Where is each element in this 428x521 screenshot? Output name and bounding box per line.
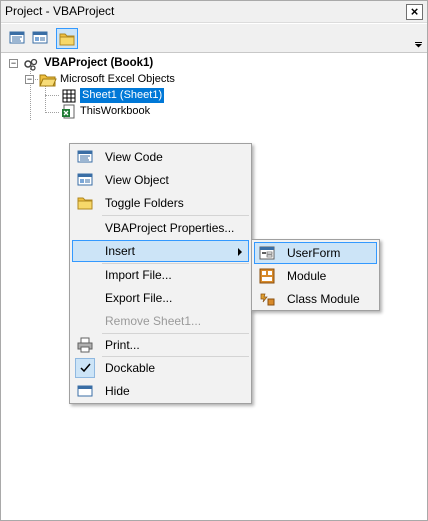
vba-project-icon (24, 58, 38, 71)
submenu-item-label: Module (287, 269, 327, 283)
menu-item-toggle-folders[interactable]: Toggle Folders (72, 192, 249, 214)
view-code-icon (9, 31, 25, 44)
toggle-folders-button[interactable] (56, 28, 78, 49)
context-menu: View Code View Object Toggle Folders VBA… (69, 143, 252, 404)
window-title: Project - VBAProject (5, 4, 115, 18)
class-module-icon (260, 293, 275, 306)
menu-item-view-object[interactable]: View Object (72, 169, 249, 191)
printer-icon (77, 337, 93, 353)
menu-item-label: Toggle Folders (105, 196, 184, 210)
menu-item-label: View Object (105, 173, 169, 187)
menu-item-label: View Code (105, 150, 163, 164)
menu-item-import-file[interactable]: Import File... (72, 264, 249, 286)
view-code-button[interactable] (7, 28, 29, 49)
insert-submenu: UserForm Module Class Module (251, 239, 380, 311)
menu-item-label: Print... (105, 338, 140, 352)
toolbar-overflow-button[interactable] (414, 34, 423, 48)
submenu-arrow-icon (238, 248, 242, 256)
hide-window-icon (77, 385, 93, 397)
menu-item-label: Hide (105, 384, 130, 398)
project-label: VBAProject (Book1) (44, 57, 154, 69)
tree-item-project[interactable]: − VBAProject (Book1) (1, 56, 201, 72)
sheet1-label: Sheet1 (Sheet1) (80, 88, 165, 103)
tree-item-excel-objects-folder[interactable]: − Microsoft Excel Objects (1, 72, 201, 88)
view-object-icon (77, 173, 93, 186)
view-object-button[interactable] (30, 28, 52, 49)
menu-item-label: Import File... (105, 268, 172, 282)
menu-item-label: Insert (105, 244, 136, 258)
menu-item-insert[interactable]: Insert (72, 240, 249, 262)
folder-label: Microsoft Excel Objects (60, 73, 175, 85)
worksheet-icon (62, 89, 76, 103)
tree-item-thisworkbook[interactable]: ThisWorkbook (1, 104, 201, 120)
menu-item-label: Dockable (105, 361, 156, 375)
menu-item-dockable[interactable]: Dockable (72, 357, 249, 379)
toggle-folders-icon (59, 33, 75, 46)
tree-item-sheet1[interactable]: Sheet1 (Sheet1) (1, 88, 201, 104)
chevron-down-icon (415, 42, 422, 48)
view-code-icon (77, 150, 93, 163)
close-button[interactable]: × (406, 4, 423, 20)
menu-item-vbaproject-properties[interactable]: VBAProject Properties... (72, 217, 249, 239)
submenu-item-class-module[interactable]: Class Module (254, 288, 377, 310)
menu-item-export-file[interactable]: Export File... (72, 287, 249, 309)
menu-item-label: Export File... (105, 291, 173, 305)
folder-open-icon (39, 74, 57, 87)
menu-separator (102, 215, 249, 216)
menu-item-view-code[interactable]: View Code (72, 146, 249, 168)
userform-icon (259, 246, 275, 260)
workbook-label: ThisWorkbook (80, 105, 151, 117)
menu-item-remove-sheet1: Remove Sheet1... (72, 310, 249, 332)
menu-item-label: Remove Sheet1... (105, 314, 202, 328)
toolbar (1, 24, 427, 53)
workbook-icon (62, 104, 75, 119)
collapse-toggle[interactable]: − (9, 59, 18, 68)
menu-item-label: VBAProject Properties... (105, 221, 235, 235)
menu-item-print[interactable]: Print... (72, 334, 249, 356)
checkmark-icon (80, 363, 91, 373)
module-icon (259, 268, 275, 284)
title-bar: Project - VBAProject × (1, 1, 427, 23)
folder-icon (77, 197, 93, 210)
submenu-item-label: Class Module (287, 292, 360, 306)
submenu-item-module[interactable]: Module (254, 265, 377, 287)
checked-indicator (75, 358, 95, 378)
submenu-item-userform[interactable]: UserForm (254, 242, 377, 264)
view-object-icon (32, 31, 48, 44)
menu-item-hide[interactable]: Hide (72, 380, 249, 402)
collapse-toggle[interactable]: − (25, 75, 34, 84)
submenu-item-label: UserForm (287, 246, 341, 260)
